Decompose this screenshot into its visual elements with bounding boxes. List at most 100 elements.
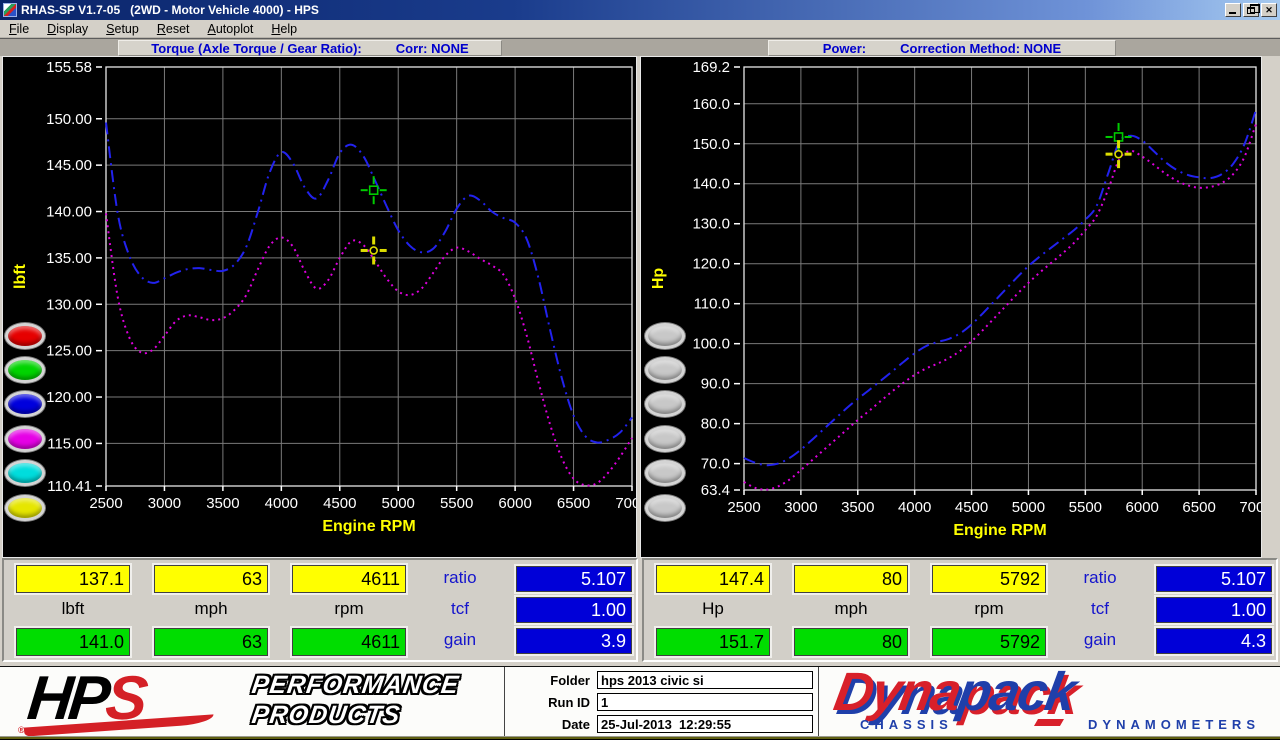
power-unit-label-rpm: rpm	[974, 599, 1004, 618]
ytick-label-169.2: 169.2	[692, 59, 730, 76]
xtick-label-6500: 6500	[1182, 499, 1215, 516]
torque-chart[interactable]: 155.58 150.00 145.00 140.00 135.00 130.00 125.…	[3, 57, 649, 557]
power-cursor-value-Hp: 147.4	[656, 565, 770, 593]
ytick-label-155.58: 155.58	[46, 59, 92, 76]
ytick-label-125.00: 125.00	[46, 343, 92, 360]
xtick-label-3000: 3000	[148, 495, 181, 512]
run-id-label: Run ID	[548, 694, 590, 710]
torque-cursor-value-mph: 63	[154, 565, 268, 593]
power-unit-label-mph: mph	[834, 599, 868, 618]
date-label: Date	[561, 716, 590, 732]
chart-header-strip: Torque (Axle Torque / Gear Ratio): Corr:…	[0, 38, 1280, 56]
dynapack-logo: Dynapack	[829, 662, 1080, 722]
xtick-label-4500: 4500	[955, 499, 988, 516]
torque-overlay-value-rpm: 4611	[292, 628, 406, 656]
curve-current-run-torque	[105, 213, 633, 487]
folder-label: Folder	[550, 672, 590, 688]
xtick-label-6000: 6000	[1126, 499, 1159, 516]
plot-button-cyan[interactable]	[5, 460, 45, 486]
x-axis-title: Engine RPM	[953, 522, 1046, 539]
power-ratio-label: ratio	[1083, 568, 1117, 587]
plot-button-magenta[interactable]	[5, 426, 45, 452]
plot-border	[743, 66, 1257, 491]
power-tcf-value: 1.00	[1156, 597, 1272, 623]
plot-button-gray-6[interactable]	[645, 495, 685, 521]
plot-button-red[interactable]	[5, 323, 45, 349]
ytick-label-130.0: 130.0	[692, 216, 730, 233]
torque-unit-label-rpm: rpm	[334, 599, 364, 618]
power-overlay-value-Hp: 151.7	[656, 628, 770, 656]
plot-button-yellow[interactable]	[5, 495, 45, 521]
ytick-label-110.41: 110.41	[47, 478, 92, 495]
torque-tcf-label: tcf	[451, 599, 469, 618]
torque-gain-value: 3.9	[516, 628, 632, 654]
curve-overlay-run-power	[743, 109, 1257, 467]
menu-item-reset[interactable]: Reset	[148, 21, 199, 37]
date-input[interactable]	[597, 715, 813, 733]
app-icon	[3, 3, 17, 17]
ytick-label-140.0: 140.0	[692, 176, 730, 193]
hps-tagline-performance: PERFORMANCE	[250, 671, 461, 699]
torque-chart-panel[interactable]: 155.58 150.00 145.00 140.00 135.00 130.00 125.…	[2, 56, 649, 558]
menu-item-setup[interactable]: Setup	[97, 21, 148, 37]
xtick-label-3000: 3000	[784, 499, 817, 516]
torque-gain-label: gain	[443, 630, 477, 649]
plot-button-gray-2[interactable]	[645, 357, 685, 383]
plot-button-blue[interactable]	[5, 391, 45, 417]
torque-unit-label-lbft: lbft	[61, 599, 85, 618]
cursor-green-square[interactable]	[360, 176, 387, 205]
cursor-yellow-circle[interactable]	[1105, 140, 1132, 169]
power-header-title: Power:	[822, 40, 867, 56]
menu-item-autoplot[interactable]: Autoplot	[199, 21, 263, 37]
ytick-label-135.00: 135.00	[46, 250, 92, 267]
ytick-label-120.00: 120.00	[46, 389, 92, 406]
cursor-yellow-circle[interactable]	[360, 236, 387, 265]
power-header-correction: Correction Method: NONE	[900, 40, 1062, 56]
ytick-label-150.0: 150.0	[692, 136, 730, 153]
power-chart-panel[interactable]: 169.2 160.0 150.0 140.0 130.0 120.0 110.0 100.0…	[640, 56, 1273, 558]
close-button[interactable]: ✕	[1261, 3, 1277, 17]
curve-current-run-power	[743, 123, 1257, 491]
menu-item-file[interactable]: File	[0, 21, 38, 37]
app-window: RHAS-SP V1.7-05 (2WD - Motor Vehicle 400…	[0, 0, 1280, 740]
run-id-input[interactable]	[597, 693, 813, 711]
folder-field-row: Folder	[512, 671, 813, 689]
menubar: File Display Setup Reset Autoplot Help	[0, 20, 1280, 38]
plot-button-gray-4[interactable]	[645, 426, 685, 452]
menu-item-help[interactable]: Help	[262, 21, 306, 37]
plot-button-gray-3[interactable]	[645, 391, 685, 417]
plot-button-gray-1[interactable]	[645, 323, 685, 349]
window-title: RHAS-SP V1.7-05 (2WD - Motor Vehicle 400…	[21, 3, 319, 17]
xtick-label-7000: 7000	[1239, 499, 1261, 516]
torque-tcf-value: 1.00	[516, 597, 632, 623]
footer: ® HPS PERFORMANCE PRODUCTS Folder Run ID…	[0, 662, 1280, 737]
titlebar[interactable]: RHAS-SP V1.7-05 (2WD - Motor Vehicle 400…	[0, 0, 1280, 20]
power-gain-value: 4.3	[1156, 628, 1272, 654]
footer-divider-right	[818, 667, 819, 737]
menu-item-display[interactable]: Display	[38, 21, 97, 37]
ytick-label-63.4: 63.4	[701, 482, 730, 499]
plot-border	[105, 66, 633, 487]
ytick-label-130.00: 130.00	[46, 296, 92, 313]
dynapack-chassis-text: CHASSIS	[860, 717, 953, 732]
restore-button[interactable]	[1243, 3, 1260, 17]
xtick-label-2500: 2500	[89, 495, 122, 512]
plot-button-gray-5[interactable]	[645, 460, 685, 486]
torque-ratio-label: ratio	[443, 568, 477, 587]
plot-button-green[interactable]	[5, 357, 45, 383]
footer-divider-left	[504, 667, 505, 737]
folder-input[interactable]	[597, 671, 813, 689]
xtick-label-5000: 5000	[382, 495, 415, 512]
power-overlay-value-rpm: 5792	[932, 628, 1046, 656]
power-chart[interactable]: 169.2 160.0 150.0 140.0 130.0 120.0 110.0 100.0…	[641, 57, 1273, 557]
ytick-label-90.0: 90.0	[701, 376, 730, 393]
minimize-button[interactable]	[1225, 3, 1241, 17]
power-cursor-value-mph: 80	[794, 565, 908, 593]
xtick-label-6000: 6000	[498, 495, 531, 512]
xtick-label-6500: 6500	[557, 495, 590, 512]
dynapack-subtitle: CHASSIS DYNAMOMETERS	[860, 717, 1260, 732]
xtick-label-3500: 3500	[206, 495, 239, 512]
ytick-label-80.0: 80.0	[701, 416, 730, 433]
xtick-label-4000: 4000	[265, 495, 298, 512]
bottom-edge-strip	[0, 736, 1280, 740]
